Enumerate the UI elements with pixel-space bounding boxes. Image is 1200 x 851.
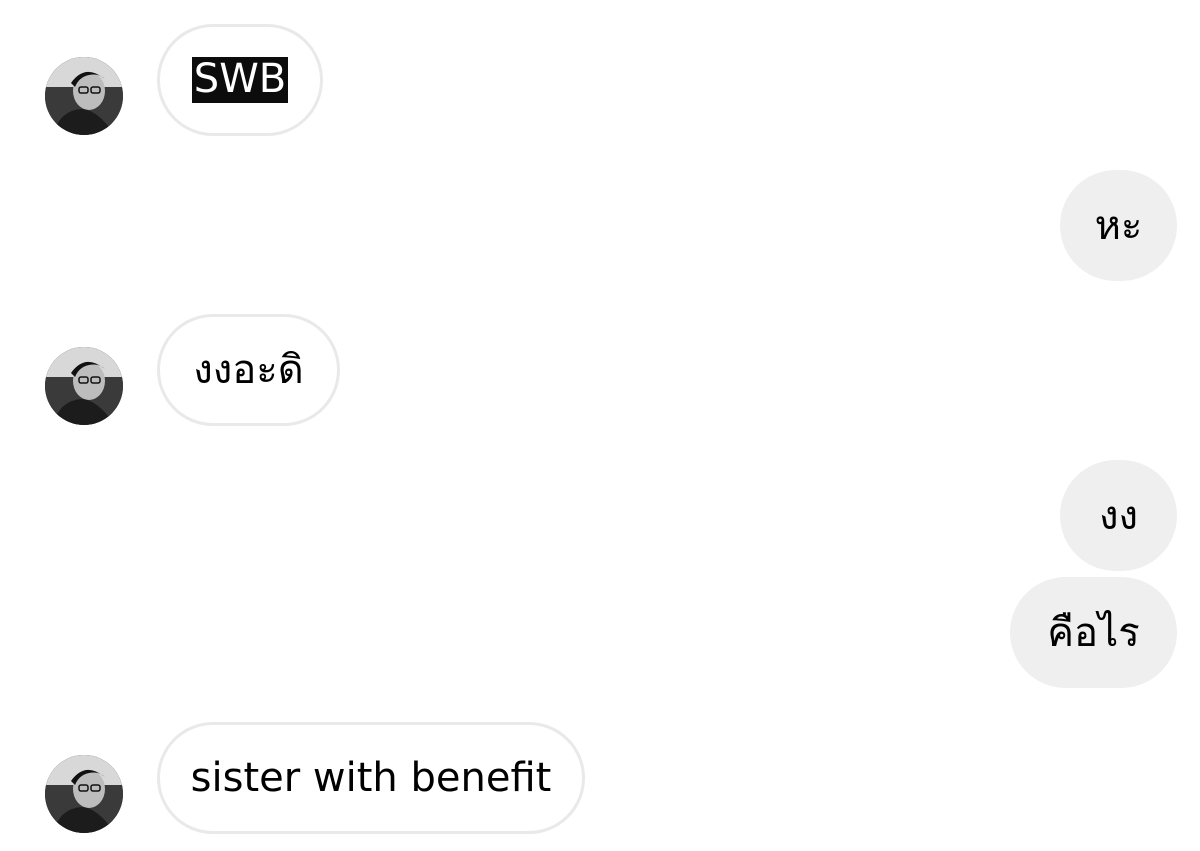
message-text: งงอะดิ	[193, 347, 304, 393]
incoming-message-bubble[interactable]: sister with benefit	[157, 722, 585, 834]
message-text: หะ	[1094, 202, 1143, 249]
outgoing-message-bubble[interactable]: งง	[1060, 460, 1177, 571]
outgoing-message-bubble[interactable]: คือไร	[1010, 577, 1177, 688]
incoming-message-bubble[interactable]: SWB	[157, 24, 323, 136]
message-thread: SWB หะ งงอะดิ งง คือไร sister with benef…	[0, 0, 1200, 851]
outgoing-message-bubble[interactable]: หะ	[1060, 170, 1177, 281]
message-text: sister with benefit	[190, 755, 552, 801]
sender-avatar[interactable]	[45, 57, 123, 135]
message-text: คือไร	[1047, 609, 1140, 656]
incoming-message-bubble[interactable]: งงอะดิ	[157, 314, 340, 426]
person-photo-icon	[45, 347, 123, 425]
message-text: งง	[1098, 492, 1139, 539]
message-text-highlighted: SWB	[191, 56, 289, 103]
sender-avatar[interactable]	[45, 755, 123, 833]
person-photo-icon	[45, 755, 123, 833]
sender-avatar[interactable]	[45, 347, 123, 425]
person-photo-icon	[45, 57, 123, 135]
